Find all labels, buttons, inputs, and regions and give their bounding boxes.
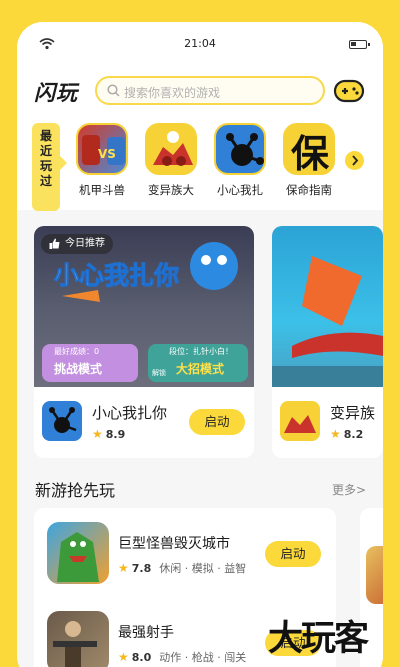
chevron-right-icon	[352, 155, 359, 166]
featured-game-name: 变异族	[330, 404, 376, 422]
recent-game-name: 保命指南	[286, 183, 332, 197]
featured-banner[interactable]: 今日推荐 小心我扎你 最好成绩：0 挑战模式 段位：扎针小白！ 解锁 大招模式	[34, 226, 254, 387]
mutant-icon	[145, 123, 197, 175]
svg-text:保: 保	[291, 132, 330, 175]
star-icon: ★	[118, 650, 129, 664]
banner-title: 小心我扎你	[53, 261, 180, 291]
monster-city-icon	[47, 522, 109, 584]
featured-game-rating: ★ 8.2	[330, 427, 364, 441]
list-game-name: 巨型怪兽毁灭城市	[118, 536, 230, 552]
list-game-meta: ★ 7.8 休闲 · 模拟 · 益智	[118, 561, 247, 575]
search-icon	[107, 84, 120, 97]
today-recommend-tag: 今日推荐	[41, 234, 113, 254]
mecha-beast-icon: VS	[76, 123, 128, 175]
search-input[interactable]: 搜索你喜欢的游戏	[95, 76, 325, 105]
search-placeholder: 搜索你喜欢的游戏	[124, 86, 221, 100]
section-title: 新游抢先玩	[35, 481, 116, 500]
mutant-icon	[280, 401, 320, 441]
svg-text:VS: VS	[98, 147, 116, 161]
survival-guide-icon: 保	[283, 123, 335, 175]
recent-game-name: 变异族大	[148, 183, 194, 197]
banner-rank: 段位：扎针小白！	[169, 347, 233, 356]
best-shooter-icon	[47, 611, 109, 667]
tag-label: 今日推荐	[65, 238, 105, 249]
banner-unlock: 解锁	[152, 369, 166, 377]
app-logo: 闪玩	[34, 81, 78, 105]
game-icon	[366, 546, 383, 604]
gamepad-icon[interactable]	[333, 77, 365, 105]
featured-game-name: 小心我扎你	[92, 404, 168, 422]
recent-played-label: 最近玩过	[39, 129, 52, 188]
star-icon: ★	[330, 427, 341, 441]
banner-best-score: 最好成绩：0	[54, 347, 100, 356]
recent-arrow-icon	[60, 156, 67, 170]
launch-button[interactable]: 启动	[265, 541, 321, 567]
recent-game-3[interactable]: 小心我扎	[210, 123, 270, 198]
more-link[interactable]: 更多>	[332, 481, 366, 498]
list-game-name: 最强射手	[118, 625, 174, 641]
featured-card[interactable]: 今日推荐 小心我扎你 最好成绩：0 挑战模式 段位：扎针小白！ 解锁 大招模式 …	[34, 226, 254, 458]
thumbs-up-icon	[49, 238, 60, 249]
featured-game-rating: ★ 8.9	[92, 427, 126, 441]
featured-banner[interactable]	[272, 226, 383, 387]
battery-icon	[349, 40, 370, 49]
recent-game-name: 小心我扎	[217, 183, 263, 197]
phone-screen: 21:04 闪玩 搜索你喜欢的游戏 最近玩过 VS 机甲斗兽 变异族大 小心我扎…	[17, 22, 383, 667]
launch-button[interactable]: 启动	[189, 409, 245, 435]
banner-challenge-mode: 挑战模式	[54, 362, 103, 376]
top-area: 21:04 闪玩 搜索你喜欢的游戏 最近玩过 VS 机甲斗兽 变异族大 小心我扎…	[17, 22, 383, 211]
recent-game-1[interactable]: VS 机甲斗兽	[72, 123, 132, 198]
featured-card[interactable]: 变异族 ★ 8.2	[272, 226, 383, 458]
banner-ultimate-mode: 大招模式	[176, 362, 225, 376]
recent-game-name: 机甲斗兽	[79, 183, 125, 197]
stickman-icon	[42, 401, 82, 441]
scroll-right-button[interactable]	[345, 151, 364, 170]
recent-played-label-box: 最近玩过	[32, 123, 60, 211]
status-time: 21:04	[184, 37, 216, 50]
recent-game-2[interactable]: 变异族大	[141, 123, 201, 198]
recent-game-4[interactable]: 保 保命指南	[279, 123, 339, 198]
status-bar: 21:04	[17, 34, 383, 54]
watermark: 大玩客	[268, 619, 369, 659]
star-icon: ★	[92, 427, 103, 441]
star-icon: ★	[118, 561, 129, 575]
list-game-meta: ★ 8.0 动作 · 枪战 · 闯关	[118, 650, 247, 664]
stickman-icon	[214, 123, 266, 175]
